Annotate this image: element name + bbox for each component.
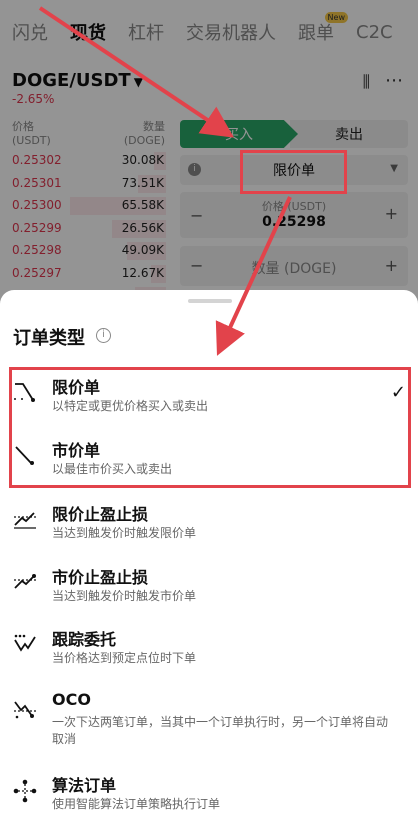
annotation-arrows bbox=[38, 6, 292, 356]
arrow-to-order-type bbox=[38, 6, 234, 138]
arrow-to-order-list bbox=[215, 196, 292, 356]
